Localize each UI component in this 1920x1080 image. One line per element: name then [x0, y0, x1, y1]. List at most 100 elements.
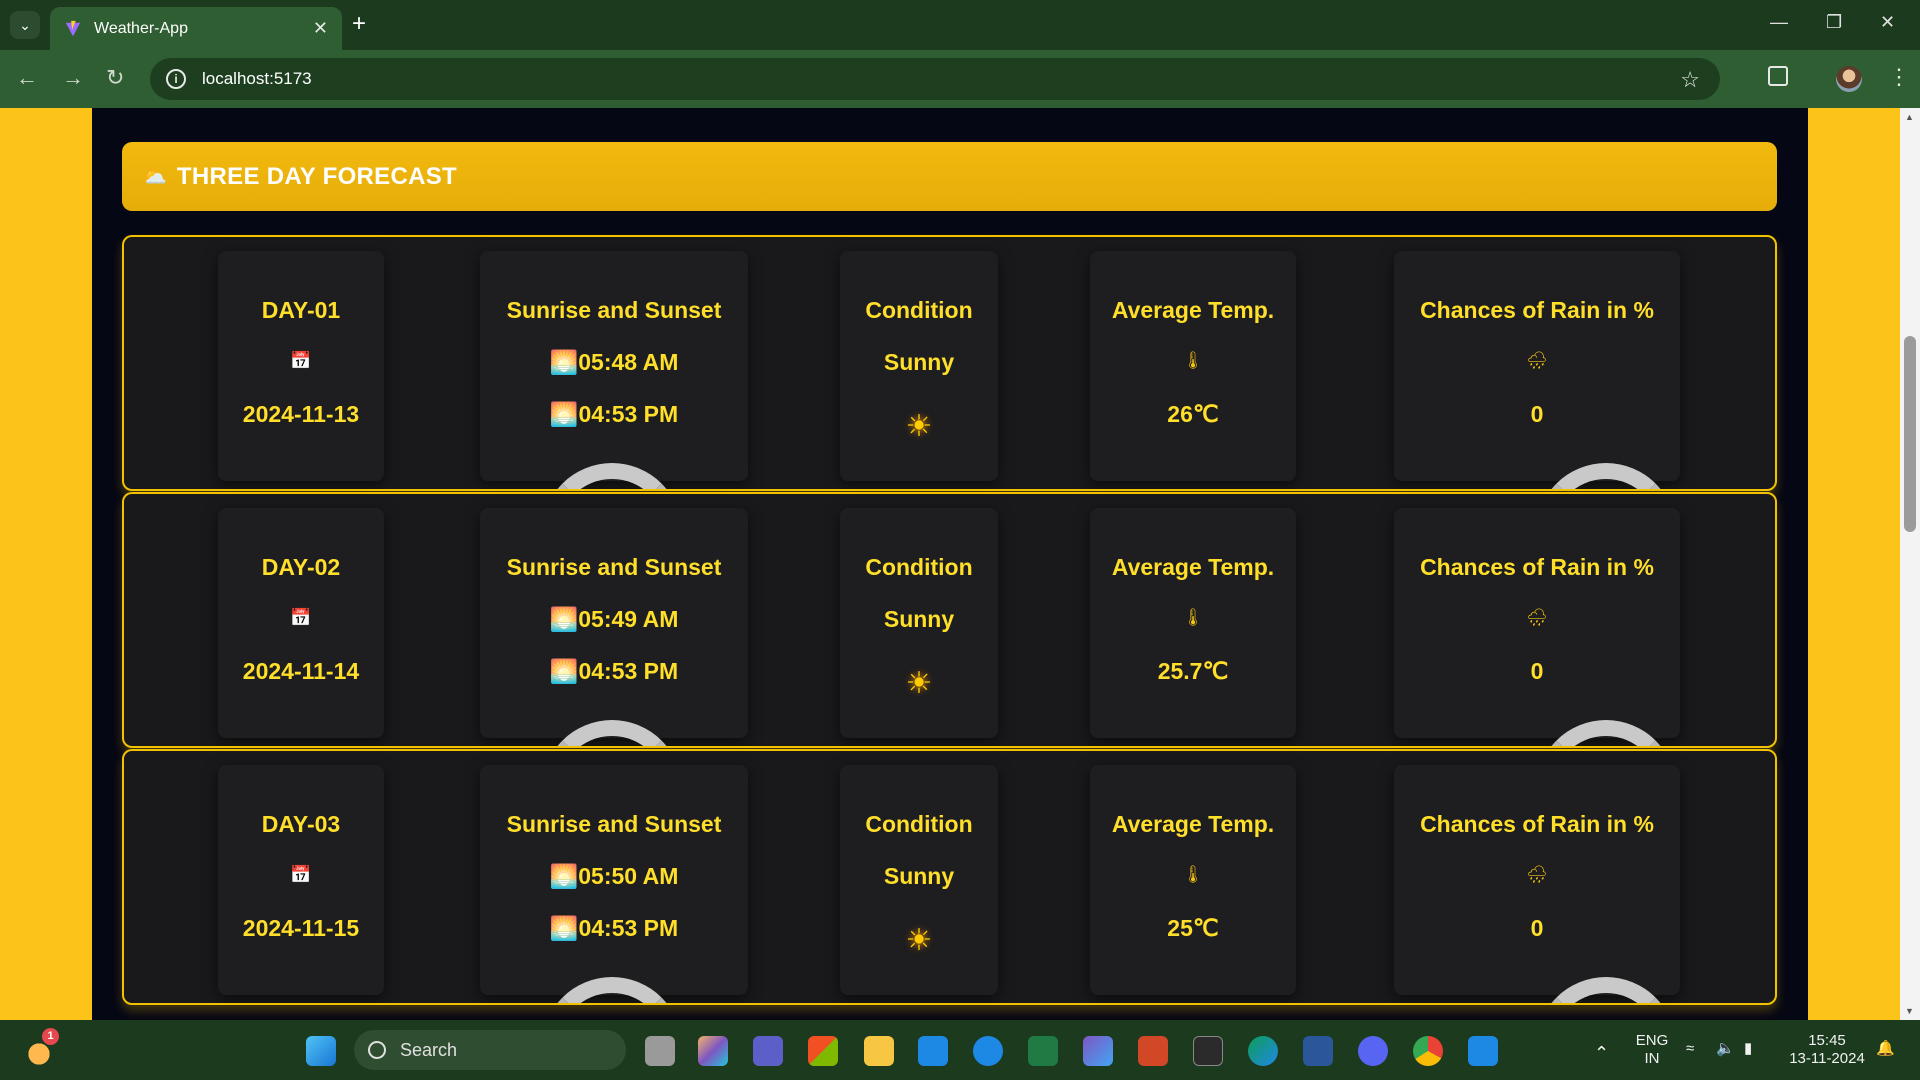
condition-heading: Condition [865, 297, 973, 323]
terminal-icon[interactable] [1193, 1036, 1223, 1066]
sunny-icon: ☀ [905, 667, 933, 700]
sunrise-icon: 🌅 [549, 349, 579, 375]
battery-icon[interactable]: ▮ [1744, 1040, 1752, 1058]
close-window-icon[interactable]: ✕ [1880, 12, 1895, 33]
file-explorer-icon[interactable] [864, 1036, 894, 1066]
thermometer-icon: 🌡 [1182, 351, 1204, 370]
sunrise-time: 05:48 AM [578, 349, 679, 375]
back-icon[interactable]: ← [16, 66, 38, 90]
sunset-row: 🌅04:53 PM [480, 915, 748, 942]
calendar-icon: 📅 [290, 608, 312, 627]
region-code: IN [1644, 1050, 1660, 1067]
temp-unit: ℃ [1192, 401, 1219, 427]
decorative-arc [1536, 720, 1676, 746]
media-player-icon[interactable] [1083, 1036, 1113, 1066]
edge-icon[interactable] [1248, 1036, 1278, 1066]
extensions-icon[interactable] [1768, 66, 1788, 86]
teams-icon[interactable] [753, 1036, 783, 1066]
decorative-arc [1536, 463, 1676, 489]
forward-icon[interactable]: → [62, 66, 84, 90]
condition-column: Condition Sunny ☀ [840, 251, 998, 481]
rain-cloud-icon: 🌧 [1526, 351, 1548, 370]
temp-column: Average Temp. 🌡 26℃ [1090, 251, 1296, 481]
profile-avatar[interactable] [1836, 66, 1862, 92]
help-icon[interactable] [973, 1036, 1003, 1066]
temp-unit: ℃ [1202, 658, 1229, 684]
sunset-time: 04:53 PM [578, 401, 679, 427]
browser-tab[interactable]: Weather-App ✕ [50, 7, 342, 50]
wifi-icon[interactable]: ≈ [1686, 1040, 1694, 1058]
forecast-day-card: DAY-01 📅 2024-11-13 Sunrise and Sunset 🌅… [122, 235, 1777, 491]
rain-value: 0 [1530, 915, 1544, 941]
store-icon[interactable] [808, 1036, 838, 1066]
clock-date: 13-11-2024 [1789, 1050, 1865, 1067]
sunset-row: 🌅04:53 PM [480, 401, 748, 428]
rain-column: Chances of Rain in % 🌧 0 [1394, 765, 1680, 1003]
temp-value: 25 [1167, 915, 1193, 941]
vscode-icon[interactable] [1468, 1036, 1498, 1066]
temp-row: 25℃ [1090, 915, 1296, 942]
show-hidden-icons-chevron-icon[interactable]: ⌃ [1594, 1044, 1609, 1062]
myhp-icon[interactable] [918, 1036, 948, 1066]
restore-icon[interactable]: ❐ [1826, 12, 1842, 33]
search-icon [368, 1041, 386, 1059]
temp-column: Average Temp. 🌡 25.7℃ [1090, 508, 1296, 738]
search-placeholder: Search [400, 1039, 458, 1060]
page-viewport: ⛅ THREE DAY FORECAST DAY-01 📅 2024-11-13… [0, 108, 1920, 1020]
windows-start-icon[interactable] [306, 1036, 336, 1066]
reload-icon[interactable]: ↻ [106, 66, 124, 90]
word-icon[interactable] [1303, 1036, 1333, 1066]
sunrise-icon: 🌅 [549, 863, 579, 889]
browser-menu-icon[interactable]: ⋮ [1888, 64, 1910, 90]
bookmark-star-icon[interactable]: ☆ [1680, 67, 1700, 93]
rain-heading: Chances of Rain in % [1420, 811, 1654, 837]
sun-heading: Sunrise and Sunset [506, 297, 722, 323]
language-indicator[interactable]: ENG IN [1634, 1032, 1670, 1068]
close-tab-icon[interactable]: ✕ [313, 18, 328, 39]
address-bar-row: ← → ↻ i localhost:5173 ☆ [0, 50, 1920, 108]
page-scrollbar[interactable]: ▲ ▼ [1900, 108, 1920, 1020]
sunrise-row: 🌅05:50 AM [480, 863, 748, 890]
discord-icon[interactable] [1358, 1036, 1388, 1066]
sunrise-row: 🌅05:48 AM [480, 349, 748, 376]
scrollbar-thumb[interactable] [1904, 336, 1916, 532]
clock-time: 15:45 [1808, 1032, 1846, 1049]
notifications-bell-icon[interactable]: 🔔 [1876, 1040, 1895, 1058]
url-text: localhost:5173 [202, 69, 312, 88]
url-field[interactable]: i localhost:5173 ☆ [150, 58, 1720, 100]
tab-search-chevron-icon[interactable]: ⌄ [10, 11, 40, 39]
temp-heading: Average Temp. [1111, 297, 1275, 323]
rain-heading: Chances of Rain in % [1420, 554, 1654, 580]
thermometer-icon: 🌡 [1182, 865, 1204, 884]
sunset-icon: 🌅 [549, 658, 579, 684]
chrome-icon[interactable] [1413, 1036, 1443, 1066]
sunrise-icon: 🌅 [549, 606, 579, 632]
temp-value: 25.7 [1157, 658, 1203, 684]
calendar-icon: 📅 [290, 351, 312, 370]
excel-icon[interactable] [1028, 1036, 1058, 1066]
day-label: DAY-02 [261, 554, 341, 580]
sunrise-row: 🌅05:49 AM [480, 606, 748, 633]
decorative-arc [542, 463, 682, 489]
date-value: 2024-11-15 [242, 915, 360, 941]
site-info-icon[interactable]: i [166, 69, 186, 89]
rain-cloud-icon: 🌧 [1526, 608, 1548, 627]
rain-value: 0 [1530, 401, 1544, 427]
condition-value: Sunny [883, 863, 955, 889]
new-tab-button[interactable]: + [352, 12, 366, 36]
taskbar-search[interactable]: Search [354, 1030, 626, 1070]
clock[interactable]: 15:45 13-11-2024 [1782, 1032, 1872, 1068]
temp-column: Average Temp. 🌡 25℃ [1090, 765, 1296, 995]
temp-heading: Average Temp. [1111, 811, 1275, 837]
volume-icon[interactable]: 🔈 [1716, 1040, 1735, 1058]
minimize-icon[interactable]: — [1770, 12, 1788, 33]
day-column: DAY-02 📅 2024-11-14 [218, 508, 384, 738]
copilot-icon[interactable] [698, 1036, 728, 1066]
rain-heading: Chances of Rain in % [1420, 297, 1654, 323]
powerpoint-icon[interactable] [1138, 1036, 1168, 1066]
task-view-icon[interactable] [645, 1036, 675, 1066]
condition-heading: Condition [865, 554, 973, 580]
scroll-down-icon[interactable]: ▼ [1905, 1006, 1914, 1016]
condition-value: Sunny [883, 349, 955, 375]
scroll-up-icon[interactable]: ▲ [1905, 112, 1914, 122]
